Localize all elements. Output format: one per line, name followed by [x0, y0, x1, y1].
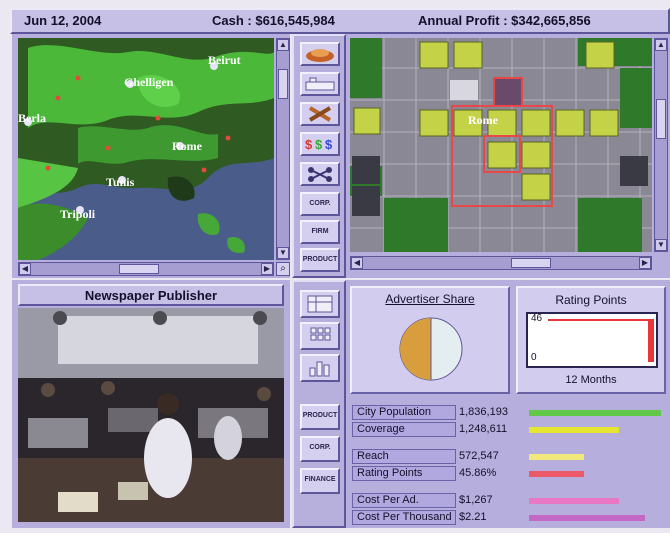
city-label[interactable]: Berla — [18, 111, 46, 125]
scroll-thumb[interactable] — [656, 99, 666, 139]
firm-button[interactable]: FIRM — [300, 220, 340, 244]
scroll-thumb[interactable] — [278, 69, 288, 99]
city-scrollbar-vertical[interactable]: ▲ ▼ — [654, 38, 668, 252]
corp-button[interactable]: CORP. — [300, 192, 340, 216]
stat-value-rating-points: 45.86% — [459, 467, 497, 479]
stat-label-city-population: City Population — [352, 405, 456, 420]
city-frame: Rome ▲ ▼ ◀ ▶ — [346, 34, 670, 278]
rating-chart-svg — [548, 319, 654, 362]
y-axis-bottom-label: 0 — [531, 352, 537, 363]
publisher-panel: Newspaper Publisher — [12, 280, 290, 528]
stat-value-cost-per-thousand: $2.21 — [459, 511, 487, 523]
city-scrollbar-horizontal[interactable]: ◀ ▶ — [350, 256, 652, 270]
scroll-left-icon[interactable]: ◀ — [19, 263, 31, 275]
city-name-label: Rome — [468, 113, 499, 127]
stat-label-rating-points: Rating Points — [352, 466, 456, 481]
scroll-down-icon[interactable]: ▼ — [655, 239, 667, 251]
finance-button[interactable]: FINANCE — [300, 468, 340, 494]
stat-bar-cost-per-ad — [529, 498, 619, 504]
map-scrollbar-vertical[interactable]: ▲ ▼ — [276, 38, 290, 260]
food-icon[interactable] — [300, 42, 340, 66]
newsroom-photo — [18, 308, 284, 522]
factory-icon[interactable] — [300, 72, 340, 96]
x-axis-label: 12 Months — [565, 374, 617, 386]
city-label[interactable]: Beirut — [208, 53, 241, 67]
stat-bar-rating-points — [529, 471, 584, 477]
world-map[interactable]: Beirut Ghelligen Berla Rome Tunis Tripol… — [18, 38, 274, 260]
scroll-up-icon[interactable]: ▲ — [277, 39, 289, 51]
scroll-thumb[interactable] — [511, 258, 551, 268]
map-frame: Beirut Ghelligen Berla Rome Tunis Tripol… — [12, 34, 290, 278]
stat-value-cost-per-ad: $1,267 — [459, 494, 493, 506]
grid-icon[interactable] — [300, 290, 340, 318]
scroll-right-icon[interactable]: ▶ — [639, 257, 651, 269]
rating-chart-title: Rating Points — [555, 293, 627, 307]
advertiser-pie-chart — [399, 317, 463, 381]
stat-value-reach: 572,547 — [459, 450, 499, 462]
city-label[interactable]: Rome — [172, 139, 203, 153]
stat-bar-coverage — [529, 427, 619, 433]
svg-text:$: $ — [305, 137, 313, 152]
info-panel: Advertiser Share Rating Points 46 0 12 M… — [346, 280, 670, 528]
tools-icon[interactable] — [300, 102, 340, 126]
bar-chart-icon[interactable] — [300, 354, 340, 382]
scroll-right-icon[interactable]: ▶ — [261, 263, 273, 275]
stat-label-cost-per-ad: Cost Per Ad. — [352, 493, 456, 508]
game-date: Jun 12, 2004 — [24, 13, 102, 28]
money-icon[interactable]: $ $ $ — [300, 132, 340, 156]
links-icon[interactable] — [300, 162, 340, 186]
stat-label-coverage: Coverage — [352, 422, 456, 437]
svg-text:$: $ — [315, 137, 323, 152]
advertiser-share-box: Advertiser Share — [350, 286, 510, 394]
table-icon[interactable] — [300, 322, 340, 350]
stat-label-cost-per-thousand: Cost Per Thousand — [352, 510, 456, 525]
scroll-up-icon[interactable]: ▲ — [655, 39, 667, 51]
bottom-toolbar: PRODUCT CORP. FINANCE — [292, 280, 346, 528]
city-label[interactable]: Tunis — [106, 175, 135, 189]
city-view[interactable]: Rome — [350, 38, 652, 252]
svg-text:$: $ — [325, 137, 333, 152]
corp-button[interactable]: CORP. — [300, 436, 340, 462]
product-button[interactable]: PRODUCT — [300, 248, 340, 272]
cash-readout: Cash : $616,545,984 — [212, 13, 335, 28]
stat-value-city-population: 1,836,193 — [459, 406, 508, 418]
map-scrollbar-horizontal[interactable]: ◀ ▶ — [18, 262, 274, 276]
stat-value-coverage: 1,248,611 — [459, 423, 508, 435]
advertiser-share-title: Advertiser Share — [385, 292, 475, 306]
rating-current-bar — [648, 320, 654, 362]
top-toolbar: $ $ $ CORP. FIRM PRODUCT — [292, 34, 346, 278]
stat-bar-reach — [529, 454, 584, 460]
scroll-thumb[interactable] — [119, 264, 159, 274]
city-label[interactable]: Ghelligen — [124, 75, 174, 89]
scroll-left-icon[interactable]: ◀ — [351, 257, 363, 269]
annual-profit-readout: Annual Profit : $342,665,856 — [418, 13, 591, 28]
scroll-down-icon[interactable]: ▼ — [277, 247, 289, 259]
rating-chart-plot: 46 0 — [526, 312, 658, 368]
y-axis-top-label: 46 — [531, 313, 543, 324]
stat-label-reach: Reach — [352, 449, 456, 464]
status-bar: Jun 12, 2004 Cash : $616,545,984 Annual … — [10, 8, 670, 34]
product-button[interactable]: PRODUCT — [300, 404, 340, 430]
rating-points-box: Rating Points 46 0 12 Months — [516, 286, 666, 394]
city-label[interactable]: Tripoli — [60, 207, 96, 221]
publisher-title: Newspaper Publisher — [18, 284, 284, 306]
stat-bar-cost-per-thousand — [529, 515, 645, 521]
stat-bar-city-population — [529, 410, 661, 416]
zoom-icon[interactable]: ⌕ — [276, 262, 290, 276]
